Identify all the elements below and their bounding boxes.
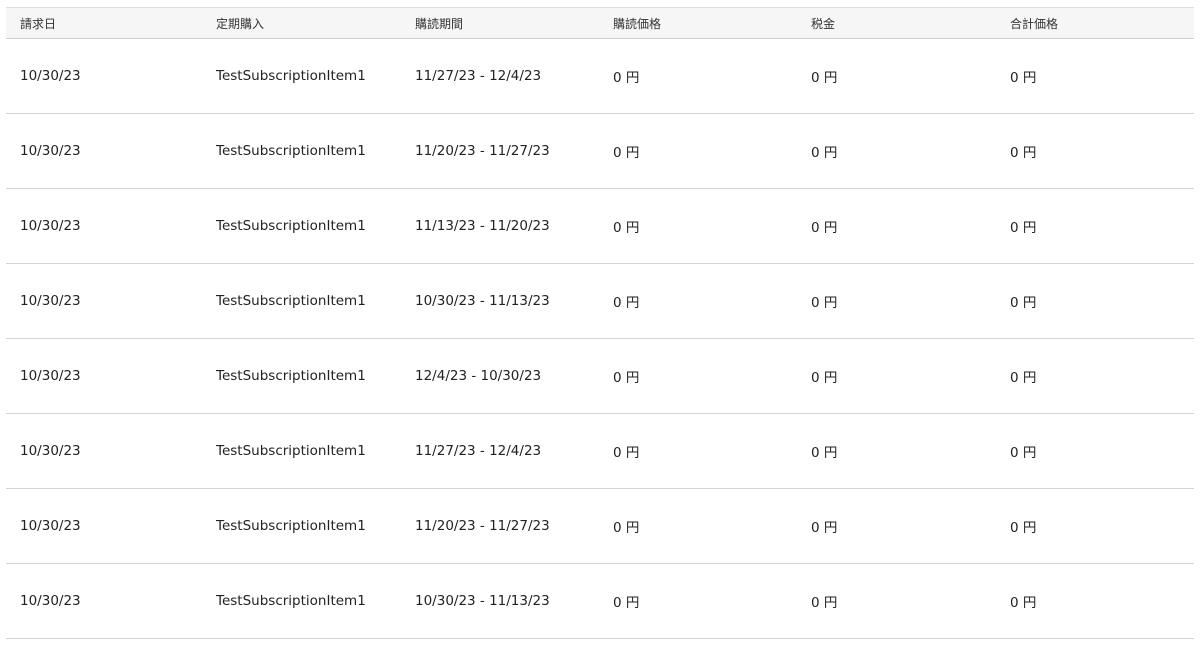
cell-subscription-price: 0 円	[613, 220, 640, 236]
cell-subscription-period: 11/13/23 - 11/20/23	[415, 218, 550, 234]
cell-subscription-price: 0 円	[613, 145, 640, 161]
cell-total-price: 0 円	[1010, 145, 1037, 161]
cell-billing-date: 10/30/23	[20, 143, 81, 159]
cell-subscription-price: 0 円	[613, 370, 640, 386]
cell-subscription: TestSubscriptionItem1	[216, 368, 366, 384]
cell-subscription: TestSubscriptionItem1	[216, 218, 366, 234]
cell-tax: 0 円	[811, 370, 838, 386]
cell-subscription: TestSubscriptionItem1	[216, 443, 366, 459]
cell-tax: 0 円	[811, 145, 838, 161]
table-row: 10/30/23 TestSubscriptionItem1 11/27/23 …	[6, 39, 1194, 114]
cell-billing-date: 10/30/23	[20, 218, 81, 234]
subscription-history-page: 請求日 定期購入 購読期間 購読価格 税金 合計価格 10/30/23 Test…	[0, 0, 1200, 649]
cell-total-price: 0 円	[1010, 295, 1037, 311]
cell-subscription-period: 11/27/23 - 12/4/23	[415, 443, 542, 459]
cell-subscription-period: 12/4/23 - 10/30/23	[415, 368, 542, 384]
cell-subscription-period: 11/27/23 - 12/4/23	[415, 68, 542, 84]
cell-subscription-period: 10/30/23 - 11/13/23	[415, 293, 550, 309]
table-row: 10/30/23 TestSubscriptionItem1 11/27/23 …	[6, 414, 1194, 489]
subscription-history-table: 請求日 定期購入 購読期間 購読価格 税金 合計価格 10/30/23 Test…	[6, 7, 1194, 639]
cell-subscription: TestSubscriptionItem1	[216, 518, 366, 534]
cell-billing-date: 10/30/23	[20, 518, 81, 534]
cell-tax: 0 円	[811, 70, 838, 86]
cell-billing-date: 10/30/23	[20, 593, 81, 609]
cell-tax: 0 円	[811, 295, 838, 311]
cell-billing-date: 10/30/23	[20, 368, 81, 384]
cell-total-price: 0 円	[1010, 220, 1037, 236]
column-header-subscription-period: 購読期間	[415, 16, 464, 31]
table-header-row: 請求日 定期購入 購読期間 購読価格 税金 合計価格	[6, 7, 1194, 39]
cell-tax: 0 円	[811, 595, 838, 611]
cell-total-price: 0 円	[1010, 520, 1037, 536]
cell-subscription-price: 0 円	[613, 520, 640, 536]
cell-tax: 0 円	[811, 520, 838, 536]
cell-subscription-price: 0 円	[613, 295, 640, 311]
column-header-subscription: 定期購入	[216, 16, 265, 31]
cell-subscription: TestSubscriptionItem1	[216, 143, 366, 159]
cell-subscription: TestSubscriptionItem1	[216, 593, 366, 609]
cell-subscription-price: 0 円	[613, 595, 640, 611]
table-row: 10/30/23 TestSubscriptionItem1 11/20/23 …	[6, 489, 1194, 564]
cell-billing-date: 10/30/23	[20, 293, 81, 309]
cell-subscription: TestSubscriptionItem1	[216, 68, 366, 84]
column-header-total-price: 合計価格	[1010, 16, 1059, 31]
cell-total-price: 0 円	[1010, 370, 1037, 386]
table-row: 10/30/23 TestSubscriptionItem1 10/30/23 …	[6, 564, 1194, 639]
cell-billing-date: 10/30/23	[20, 443, 81, 459]
table-row: 10/30/23 TestSubscriptionItem1 11/20/23 …	[6, 114, 1194, 189]
cell-subscription-period: 10/30/23 - 11/13/23	[415, 593, 550, 609]
column-header-tax: 税金	[811, 16, 836, 31]
cell-subscription-price: 0 円	[613, 445, 640, 461]
column-header-subscription-price: 購読価格	[613, 16, 662, 31]
table-row: 10/30/23 TestSubscriptionItem1 12/4/23 -…	[6, 339, 1194, 414]
cell-total-price: 0 円	[1010, 595, 1037, 611]
column-header-billing-date: 請求日	[20, 16, 57, 31]
table-row: 10/30/23 TestSubscriptionItem1 11/13/23 …	[6, 189, 1194, 264]
cell-total-price: 0 円	[1010, 70, 1037, 86]
cell-subscription-period: 11/20/23 - 11/27/23	[415, 143, 550, 159]
cell-subscription: TestSubscriptionItem1	[216, 293, 366, 309]
cell-tax: 0 円	[811, 220, 838, 236]
cell-tax: 0 円	[811, 445, 838, 461]
cell-total-price: 0 円	[1010, 445, 1037, 461]
cell-billing-date: 10/30/23	[20, 68, 81, 84]
cell-subscription-price: 0 円	[613, 70, 640, 86]
table-row: 10/30/23 TestSubscriptionItem1 10/30/23 …	[6, 264, 1194, 339]
cell-subscription-period: 11/20/23 - 11/27/23	[415, 518, 550, 534]
